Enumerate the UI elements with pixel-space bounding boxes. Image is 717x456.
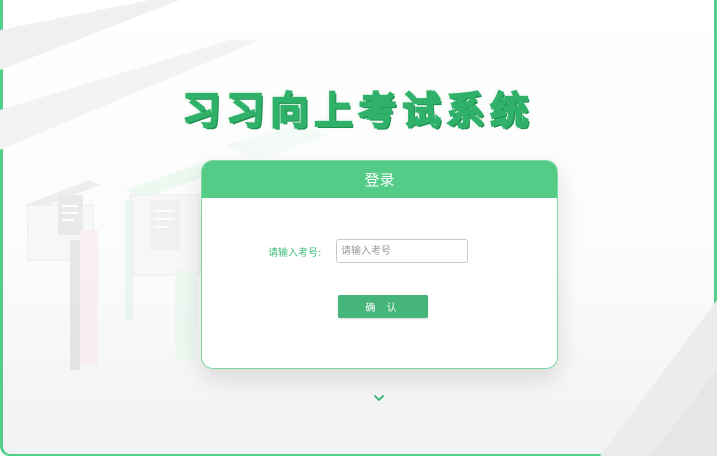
bg-stripe [0,0,180,70]
device-illustration-left [25,180,100,370]
login-card-header: 登录 [202,161,557,198]
confirm-button[interactable]: 确 认 [338,295,428,318]
chevron-down-icon[interactable] [372,392,386,404]
exam-number-label: 请输入考号: [268,248,322,259]
exam-number-input[interactable] [336,239,468,263]
page-title: 习习向上考试系统 [181,88,535,134]
exam-number-row: 请输入考号: [202,239,557,265]
login-card: 登录 请输入考号: 确 认 [201,160,558,369]
